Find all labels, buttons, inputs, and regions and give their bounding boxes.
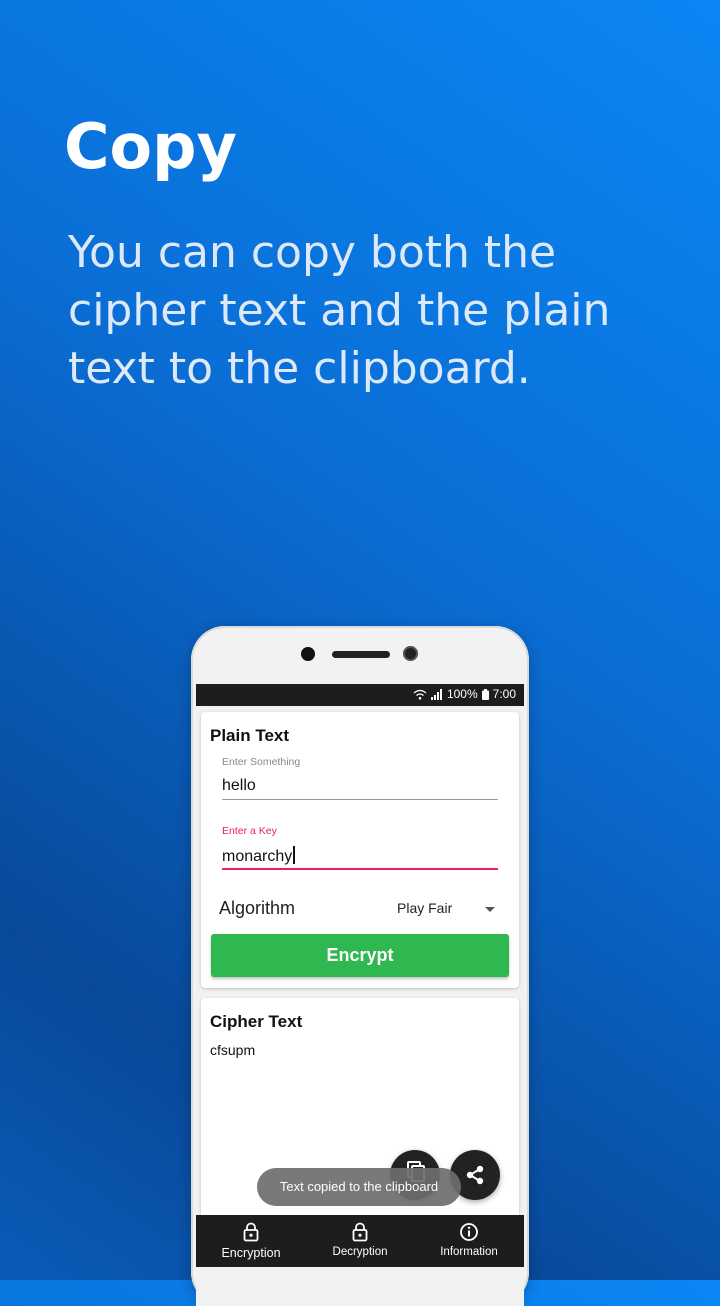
key-input[interactable]: monarchy <box>222 846 295 866</box>
battery-percent: 100% <box>446 687 478 701</box>
sensor-dot <box>301 647 315 661</box>
promo-description: You can copy both the cipher text and th… <box>68 227 611 394</box>
plain-text-underline <box>222 799 498 800</box>
nav-decryption-label: Decryption <box>332 1246 388 1258</box>
phone-mockup: 100% 7:00 Plain Text Enter Something hel… <box>191 626 529 1306</box>
nav-encryption-label: Encryption <box>221 1246 281 1260</box>
phone-screen: 100% 7:00 Plain Text Enter Something hel… <box>196 684 524 1306</box>
info-icon <box>460 1223 478 1241</box>
bottom-navigation: Encryption Decryption Information <box>196 1215 524 1267</box>
text-input-label: Enter Something <box>222 756 301 768</box>
cipher-text-value: cfsupm <box>210 1042 256 1058</box>
algorithm-dropdown[interactable]: Play Fair <box>397 900 501 922</box>
promo-title: Copy <box>64 110 237 183</box>
status-time: 7:00 <box>492 687 516 701</box>
lock-icon <box>352 1222 368 1242</box>
key-input-value: monarchy <box>222 848 293 865</box>
nav-decryption[interactable]: Decryption <box>305 1215 415 1267</box>
phone-top-bezel <box>191 626 529 686</box>
toast-message: Text copied to the clipboard <box>257 1168 461 1206</box>
nav-encryption[interactable]: Encryption <box>196 1215 306 1267</box>
earpiece-speaker <box>332 651 390 658</box>
plain-text-title: Plain Text <box>210 726 290 745</box>
nav-information[interactable]: Information <box>414 1215 524 1267</box>
signal-icon <box>430 688 442 700</box>
algorithm-label: Algorithm <box>219 898 296 918</box>
battery-icon <box>481 688 489 700</box>
text-caret <box>293 846 295 864</box>
encrypt-button[interactable]: Encrypt <box>211 934 509 977</box>
lock-icon <box>243 1222 259 1242</box>
wifi-icon <box>413 689 427 700</box>
dropdown-arrow-icon <box>485 907 495 912</box>
front-camera <box>403 646 418 661</box>
status-bar: 100% 7:00 <box>196 684 524 706</box>
cipher-text-title: Cipher Text <box>210 1012 303 1031</box>
nav-information-label: Information <box>440 1246 498 1258</box>
key-input-underline <box>222 868 498 870</box>
key-input-label: Enter a Key <box>222 825 277 837</box>
plain-text-card: Plain Text Enter Something hello Enter a… <box>201 712 519 988</box>
plain-text-input[interactable]: hello <box>222 777 256 795</box>
algorithm-selected: Play Fair <box>397 900 453 916</box>
